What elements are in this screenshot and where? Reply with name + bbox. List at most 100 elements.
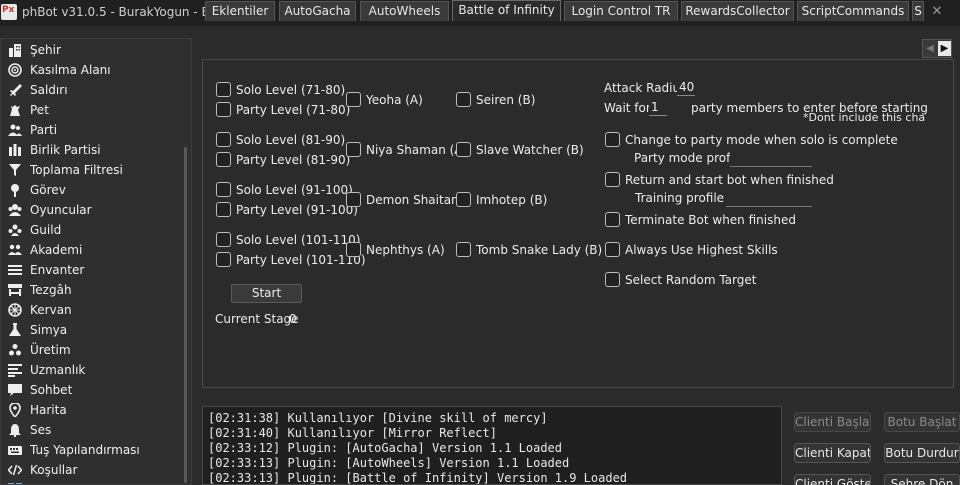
change-party-mode-checkbox[interactable]: Change to party mode when solo is comple… xyxy=(605,132,898,147)
nephthys-checkbox[interactable]: Nephthys (A) xyxy=(346,242,445,257)
imhotep-checkbox[interactable]: Imhotep (B) xyxy=(456,192,547,207)
city-icon xyxy=(7,42,23,58)
wait-for-input[interactable] xyxy=(649,98,667,116)
sidebar-item-ses[interactable]: Ses xyxy=(1,420,177,440)
tomb-snake-lady-checkbox[interactable]: Tomb Snake Lady (B) xyxy=(456,242,602,257)
return-town-button[interactable]: Şehre Dön xyxy=(884,474,960,485)
log-line: [02:31:40] Kullanılıyor [Mirror Reflect] xyxy=(208,426,497,440)
sidebar-item-partial[interactable] xyxy=(1,480,177,484)
attack-radius-input[interactable] xyxy=(677,78,695,96)
sidebar-item-label: Envanter xyxy=(30,263,85,277)
sidebar-scrollbar[interactable] xyxy=(184,147,187,483)
niya-shaman-checkbox[interactable]: Niya Shaman (A) xyxy=(346,142,467,157)
slave-watcher-checkbox[interactable]: Slave Watcher (B) xyxy=(456,142,584,157)
sidebar-item-label: Görev xyxy=(30,183,66,197)
sidebar-item-birlik-partisi[interactable]: Birlik Partisi xyxy=(1,140,177,160)
sidebar-item-label: Parti xyxy=(30,123,58,137)
tab-login-control-tr[interactable]: Login Control TR xyxy=(564,1,678,21)
start-button[interactable]: Start xyxy=(231,284,302,303)
random-target-checkbox[interactable]: Select Random Target xyxy=(605,272,756,287)
party-level-101-110-checkbox[interactable]: Party Level (101-110) xyxy=(216,252,366,267)
chevron-left-icon[interactable]: ◀ xyxy=(924,41,936,56)
sidebar-item-kasilma-alani[interactable]: Kasılma Alanı xyxy=(1,60,177,80)
sidebar-item-label: Sohbet xyxy=(30,383,73,397)
log-line: [02:33:13] Plugin: [AutoWheels] Version … xyxy=(208,456,570,470)
solo-level-71-80-checkbox[interactable]: Solo Level (71-80) xyxy=(216,82,345,97)
log-line: [02:33:12] Plugin: [AutoGacha] Version 1… xyxy=(208,441,563,455)
sidebar-item-label: Koşullar xyxy=(30,463,78,477)
sidebar: Şehir Kasılma Alanı Saldırı Pet Parti Bi… xyxy=(0,38,192,485)
map-pin-icon xyxy=(7,402,23,418)
sidebar-item-oyuncular[interactable]: Oyuncular xyxy=(1,200,177,220)
tab-partial[interactable]: S xyxy=(912,1,924,21)
sidebar-item-tus-yapilandirmasi[interactable]: Tuş Yapılandırması xyxy=(1,440,177,460)
union-party-icon xyxy=(7,142,23,158)
sidebar-item-uretim[interactable]: Üretim xyxy=(1,340,177,360)
sidebar-item-tezgah[interactable]: Tezgâh xyxy=(1,280,177,300)
sidebar-item-kervan[interactable]: Kervan xyxy=(1,300,177,320)
sidebar-item-sehir[interactable]: Şehir xyxy=(1,40,177,60)
alchemy-icon xyxy=(7,322,23,338)
sidebar-item-label: Tezgâh xyxy=(30,283,72,297)
training-profile-label: Training profile xyxy=(635,191,725,205)
sidebar-item-harita[interactable]: Harita xyxy=(1,400,177,420)
sidebar-item-label: Guild xyxy=(30,223,62,237)
sidebar-item-envanter[interactable]: Envanter xyxy=(1,260,177,280)
sidebar-item-label: Kervan xyxy=(30,303,72,317)
sidebar-item-uzmanlik[interactable]: Uzmanlık xyxy=(1,360,177,380)
wait-for-label: Wait for xyxy=(604,101,651,115)
keyboard-icon xyxy=(7,442,23,458)
log-line: [02:31:38] Kullanılıyor [Divine skill of… xyxy=(208,411,548,425)
solo-level-101-110-checkbox[interactable]: Solo Level (101-110) xyxy=(216,232,360,247)
sidebar-item-sohbet[interactable]: Sohbet xyxy=(1,380,177,400)
client-show-button[interactable]: Clienti Göster xyxy=(794,474,871,485)
sidebar-item-label: Ses xyxy=(30,423,52,437)
app-logo-icon: Px xyxy=(1,4,17,20)
solo-level-91-100-checkbox[interactable]: Solo Level (91-100) xyxy=(216,182,353,197)
chat-icon xyxy=(7,382,23,398)
demon-shaitan-checkbox[interactable]: Demon Shaitan ( xyxy=(346,192,467,207)
sidebar-item-label: Şehir xyxy=(30,43,61,57)
sidebar-item-toplama-filtresi[interactable]: Toplama Filtresi xyxy=(1,160,177,180)
sidebar-item-kosullar[interactable]: Koşullar xyxy=(1,460,177,480)
tab-scriptcommands[interactable]: ScriptCommands xyxy=(797,1,909,21)
chevron-right-icon[interactable]: ▶ xyxy=(938,41,951,56)
sidebar-item-akademi[interactable]: Akademi xyxy=(1,240,177,260)
quest-icon xyxy=(7,182,23,198)
sidebar-item-label: Saldırı xyxy=(30,83,68,97)
client-close-button[interactable]: Clienti Kapat xyxy=(794,443,871,463)
client-start-button[interactable]: Clienti Başlat xyxy=(794,412,871,432)
yeoha-checkbox[interactable]: Yeoha (A) xyxy=(346,92,423,107)
return-start-bot-checkbox[interactable]: Return and start bot when finished xyxy=(605,172,834,187)
pickup-filter-icon xyxy=(7,162,23,178)
sidebar-item-pet[interactable]: Pet xyxy=(1,100,177,120)
sidebar-item-parti[interactable]: Parti xyxy=(1,120,177,140)
tab-battle-of-infinity[interactable]: Battle of Infinity xyxy=(452,0,561,21)
sidebar-item-guild[interactable]: Guild xyxy=(1,220,177,240)
bell-icon xyxy=(7,422,23,438)
bot-stop-button[interactable]: Botu Durdur xyxy=(884,443,960,463)
sidebar-item-label: Tuş Yapılandırması xyxy=(30,443,140,457)
bot-start-button[interactable]: Botu Başlat xyxy=(884,412,960,432)
party-level-81-90-checkbox[interactable]: Party Level (81-90) xyxy=(216,152,350,167)
highest-skills-checkbox[interactable]: Always Use Highest Skills xyxy=(605,242,778,257)
sidebar-item-saldiri[interactable]: Saldırı xyxy=(1,80,177,100)
party-mode-profile-input[interactable] xyxy=(730,150,812,167)
terminate-bot-checkbox[interactable]: Terminate Bot when finished xyxy=(605,212,796,227)
party-level-71-80-checkbox[interactable]: Party Level (71-80) xyxy=(216,102,350,117)
attack-icon xyxy=(7,82,23,98)
sidebar-item-label: Birlik Partisi xyxy=(30,143,101,157)
tab-eklentiler[interactable]: Eklentiler xyxy=(205,1,275,21)
tab-rewardscollector[interactable]: RewardsCollector xyxy=(681,1,794,21)
log-console[interactable]: [02:31:38] Kullanılıyor [Divine skill of… xyxy=(202,406,782,485)
solo-level-81-90-checkbox[interactable]: Solo Level (81-90) xyxy=(216,132,345,147)
guild-icon xyxy=(7,222,23,238)
seiren-checkbox[interactable]: Seiren (B) xyxy=(456,92,535,107)
tab-autowheels[interactable]: AutoWheels xyxy=(360,1,449,21)
training-profile-input[interactable] xyxy=(726,190,812,207)
tab-autogacha[interactable]: AutoGacha xyxy=(279,1,356,21)
sidebar-item-simya[interactable]: Simya xyxy=(1,320,177,340)
sidebar-item-gorev[interactable]: Görev xyxy=(1,180,177,200)
inventory-icon xyxy=(7,262,23,278)
party-level-91-100-checkbox[interactable]: Party Level (91-100) xyxy=(216,202,358,217)
